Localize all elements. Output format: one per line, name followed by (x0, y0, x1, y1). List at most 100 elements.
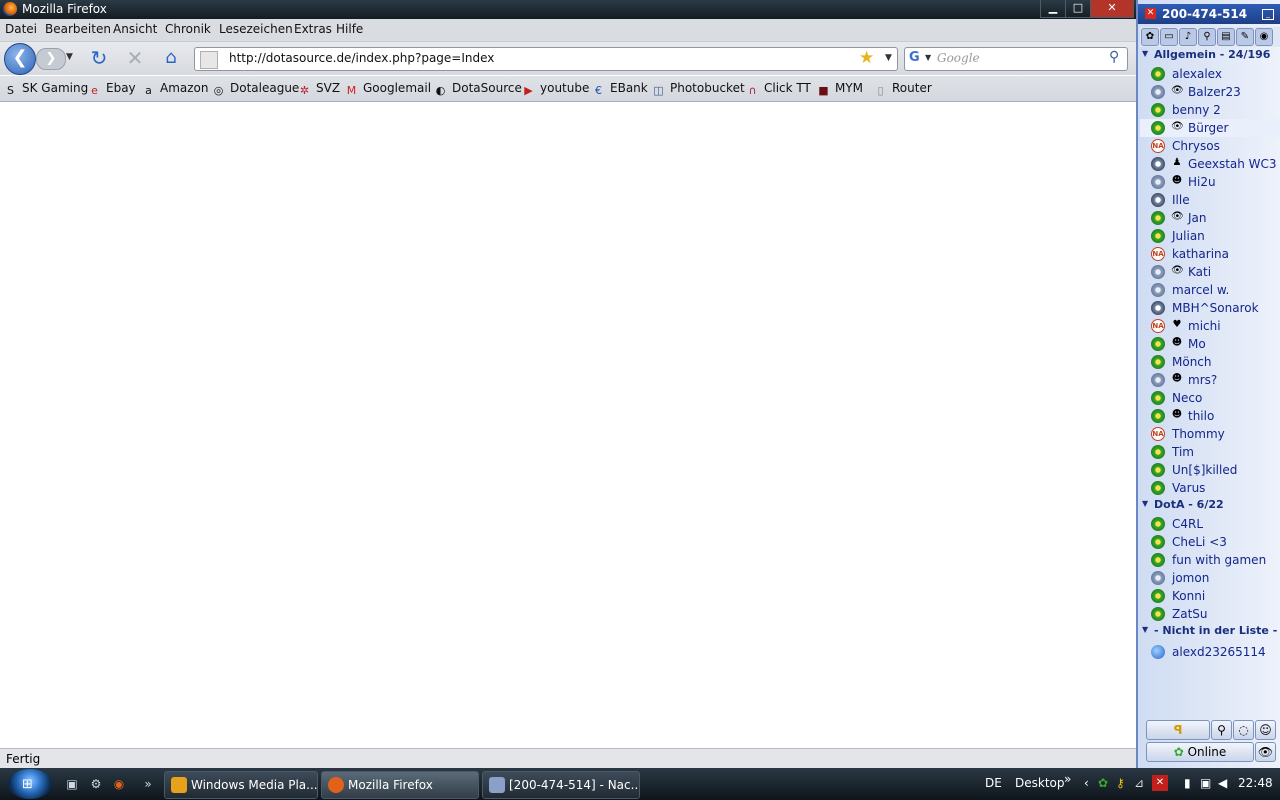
contact-row[interactable]: 👁 Kati (1140, 263, 1280, 281)
menu-datei[interactable]: Datei (5, 22, 37, 36)
maximize-button[interactable]: □ (1065, 0, 1091, 18)
bookmark-photobucket[interactable]: ◫ Photobucket (652, 81, 744, 97)
contact-row[interactable]: ☻ Mo (1140, 335, 1280, 353)
stop-button[interactable]: ✕ (124, 47, 146, 69)
menu-ansicht[interactable]: Ansicht (113, 22, 157, 36)
contact-group-header[interactable]: - Nicht in der Liste - (1154, 624, 1277, 637)
icq-notes-icon[interactable]: ▤ (1217, 28, 1235, 46)
quicklaunch-more-icon[interactable]: » (140, 776, 156, 792)
quicklaunch-firefox-icon[interactable]: ◉ (111, 776, 127, 792)
contact-row[interactable]: CheLi <3 (1140, 533, 1280, 551)
contact-row[interactable]: benny 2 (1140, 101, 1280, 119)
contact-row[interactable]: NA Thommy (1140, 425, 1280, 443)
contact-row[interactable]: ☻ mrs? (1140, 371, 1280, 389)
bookmark-googlemail[interactable]: M Googlemail (345, 81, 431, 97)
contact-row[interactable]: jomon (1140, 569, 1280, 587)
bookmark-sk-gaming[interactable]: S SK Gaming (4, 81, 88, 97)
contact-row[interactable]: ZatSu (1140, 605, 1280, 623)
menu-extras[interactable]: Extras (294, 22, 332, 36)
contact-row[interactable]: NA Chrysos (1140, 137, 1280, 155)
contact-row[interactable]: alexalex (1140, 65, 1280, 83)
tray-battery-icon[interactable]: ▮ (1184, 776, 1191, 790)
page-content[interactable] (0, 102, 1136, 748)
contact-group-header[interactable]: DotA - 6/22 (1154, 498, 1224, 511)
quicklaunch-settings-icon[interactable]: ⚙ (88, 776, 104, 792)
contact-row[interactable]: Mönch (1140, 353, 1280, 371)
group-expand-icon[interactable]: ▼ (1142, 49, 1148, 58)
history-dropdown-icon[interactable]: ▼ (66, 52, 73, 62)
language-indicator[interactable]: DE (985, 776, 1002, 790)
bookmark-dotaleague[interactable]: ◎ Dotaleague (212, 81, 300, 97)
task-mozilla-firefox[interactable]: Mozilla Firefox (321, 771, 479, 799)
contact-row[interactable]: Un[$]killed (1140, 461, 1280, 479)
contact-row[interactable]: Ille (1140, 191, 1280, 209)
contact-row[interactable]: fun with gamen (1140, 551, 1280, 569)
start-button[interactable]: ⊞ (8, 769, 52, 799)
url-dropdown-icon[interactable]: ▼ (885, 53, 892, 63)
bookmark-star-icon[interactable]: ★ (859, 48, 874, 68)
menu-chronik[interactable]: Chronik (165, 22, 211, 36)
bookmark-mym[interactable]: ■ MYM (817, 81, 863, 97)
contact-row[interactable]: ☻ thilo (1140, 407, 1280, 425)
icq-chat-icon[interactable]: ◌ (1233, 720, 1254, 740)
icq-globe-icon[interactable]: ◉ (1255, 28, 1273, 46)
forward-button[interactable]: ❯ (36, 48, 66, 70)
contact-row[interactable]: MBH^Sonarok (1140, 299, 1280, 317)
icq-privacy-eye-icon[interactable]: 👁 (1255, 742, 1276, 762)
contact-row[interactable]: ☻ Hi2u (1140, 173, 1280, 191)
desktop-more-icon[interactable]: » (1064, 772, 1071, 786)
menu-bearbeiten[interactable]: Bearbeiten (45, 22, 111, 36)
menu-lesezeichen[interactable]: Lesezeichen (219, 22, 293, 36)
icq-status-button[interactable]: ✿ Online (1146, 742, 1254, 762)
contact-row[interactable]: 👁 Bürger (1140, 119, 1280, 137)
back-button[interactable]: ❮ (4, 43, 36, 75)
tray-security-icon[interactable]: ✕ (1152, 775, 1168, 791)
icq-search-user-icon[interactable]: ⚲ (1198, 28, 1216, 46)
contact-row[interactable]: alexd23265114 (1140, 643, 1280, 661)
quicklaunch-switch-icon[interactable]: ▣ (64, 776, 80, 792)
contact-row[interactable]: C4RL (1140, 515, 1280, 533)
contact-row[interactable]: Neco (1140, 389, 1280, 407)
home-button[interactable]: ⌂ (160, 47, 182, 69)
contact-row[interactable]: Tim (1140, 443, 1280, 461)
tray-volume-icon[interactable]: ◀ (1218, 776, 1227, 790)
bookmark-dotasource[interactable]: ◐ DotaSource (434, 81, 522, 97)
minimize-button[interactable]: ▁ (1040, 0, 1066, 18)
icq-music-icon[interactable]: ♪ (1179, 28, 1197, 46)
search-icon[interactable]: ⚲ (1109, 49, 1119, 65)
reload-button[interactable]: ↻ (88, 47, 110, 69)
search-engine-icon[interactable]: G (909, 50, 920, 65)
bookmark-amazon[interactable]: a Amazon (142, 81, 208, 97)
bookmark-click-tt[interactable]: ∩ Click TT (746, 81, 810, 97)
contact-row[interactable]: marcel w. (1140, 281, 1280, 299)
task-windows-media-player[interactable]: Windows Media Pla... (164, 771, 318, 799)
contact-row[interactable]: 👁 Jan (1140, 209, 1280, 227)
search-input[interactable]: Google (937, 51, 980, 65)
icq-tools-icon[interactable]: ✎ (1236, 28, 1254, 46)
task-icq-message[interactable]: [200-474-514] - Nac... (482, 771, 640, 799)
url-bar[interactable]: http://dotasource.de/index.php?page=Inde… (194, 47, 898, 71)
group-expand-icon[interactable]: ▼ (1142, 499, 1148, 508)
group-expand-icon[interactable]: ▼ (1142, 625, 1148, 634)
contact-row[interactable]: Julian (1140, 227, 1280, 245)
tray-network-icon[interactable]: ⊿ (1134, 776, 1144, 790)
contact-row[interactable]: 👁 Balzer23 (1140, 83, 1280, 101)
contact-row[interactable]: NA katharina (1140, 245, 1280, 263)
bookmark-svz[interactable]: ✲ SVZ (298, 81, 340, 97)
icq-minimize-icon[interactable]: _ (1262, 9, 1274, 20)
icq-close-icon[interactable]: ✕ (1145, 8, 1156, 19)
search-engine-dropdown-icon[interactable]: ▼ (925, 53, 931, 62)
icq-folder-icon[interactable]: ▭ (1160, 28, 1178, 46)
bookmark-youtube[interactable]: ▶ youtube (522, 81, 589, 97)
bookmark-ebank[interactable]: € EBank (592, 81, 648, 97)
tray-monitor-icon[interactable]: ▣ (1200, 776, 1211, 790)
contact-row[interactable]: Varus (1140, 479, 1280, 497)
contact-row[interactable]: NA ♥ michi (1140, 317, 1280, 335)
tray-key-icon[interactable]: ⚷ (1116, 776, 1125, 790)
icq-mood-icon[interactable]: ☺ (1255, 720, 1276, 740)
url-text[interactable]: http://dotasource.de/index.php?page=Inde… (229, 51, 494, 65)
search-bar[interactable]: G ▼ Google ⚲ (904, 47, 1128, 71)
tray-expand-icon[interactable]: ‹ (1084, 776, 1089, 790)
contact-row[interactable]: ♟ Geexstah WC3 (1140, 155, 1280, 173)
icq-logo-button[interactable]: ꟼ (1146, 720, 1210, 740)
